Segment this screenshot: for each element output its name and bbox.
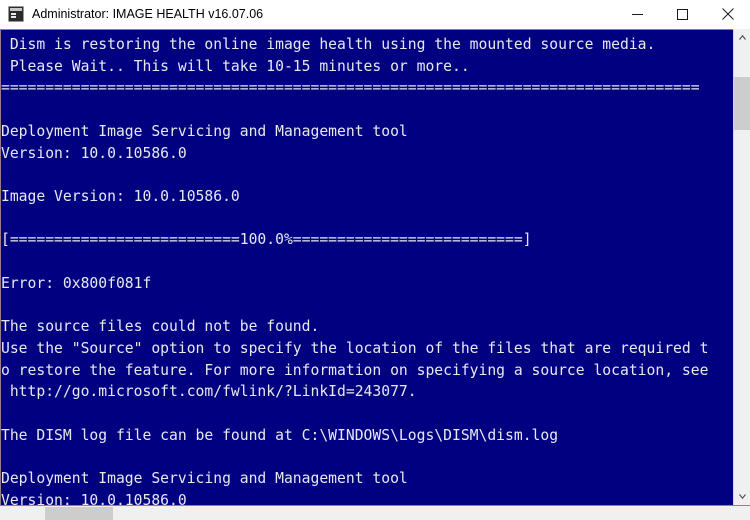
minimize-button[interactable] (615, 0, 660, 28)
horizontal-scroll-thumb[interactable] (45, 507, 113, 520)
close-button[interactable] (705, 0, 750, 28)
maximize-button[interactable] (660, 0, 705, 28)
chevron-up-icon (738, 35, 746, 40)
vertical-scrollbar[interactable] (733, 29, 750, 505)
console-output-area[interactable]: Dism is restoring the online image healt… (0, 29, 733, 505)
chevron-down-icon (738, 494, 746, 499)
window-controls (615, 0, 750, 28)
scroll-up-button[interactable] (734, 29, 750, 46)
vertical-scroll-track[interactable] (734, 46, 750, 488)
minimize-icon (632, 13, 643, 15)
scroll-down-button[interactable] (734, 488, 750, 505)
title-bar[interactable]: Administrator: IMAGE HEALTH v16.07.06 (0, 0, 750, 29)
title-bar-left: Administrator: IMAGE HEALTH v16.07.06 (0, 0, 615, 28)
vertical-scroll-thumb[interactable] (734, 76, 750, 130)
scrollbar-corner (733, 506, 750, 520)
horizontal-scrollbar[interactable] (0, 505, 750, 520)
close-icon (721, 8, 734, 20)
console-text: Dism is restoring the online image healt… (1, 36, 709, 505)
console-icon (8, 6, 24, 22)
maximize-icon (677, 8, 688, 20)
console-body: Dism is restoring the online image healt… (0, 29, 750, 505)
window-title: Administrator: IMAGE HEALTH v16.07.06 (32, 7, 264, 21)
console-window: Administrator: IMAGE HEALTH v16.07.06 Di… (0, 0, 750, 520)
